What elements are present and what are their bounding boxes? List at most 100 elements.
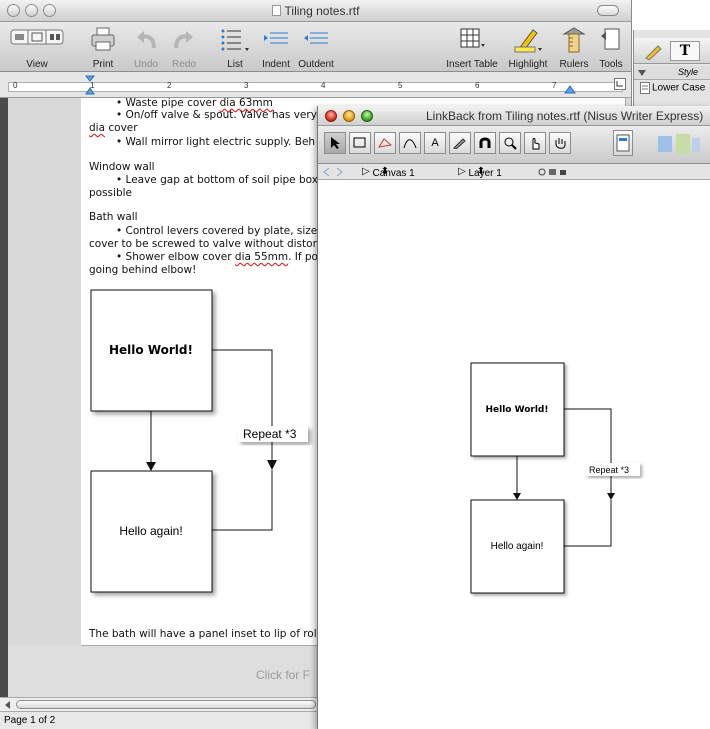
linkback-titlebar[interactable]: LinkBack from Tiling notes.rtf (Nisus Wr… — [318, 106, 710, 126]
tab-stop-icon[interactable] — [614, 78, 626, 90]
style-item-lower-case[interactable]: Lower Case — [640, 82, 705, 94]
redo-button[interactable]: Redo — [172, 26, 196, 70]
misspelled-text: dia 55mm — [234, 251, 289, 263]
tools-panel-icon — [601, 28, 620, 50]
canvas-selector[interactable]: ▷ Canvas 1 ⬍ — [362, 166, 415, 179]
magnet-icon — [479, 137, 491, 148]
rulers-button[interactable]: Rulers — [560, 26, 588, 70]
outdent-button[interactable]: Outdent — [298, 26, 334, 70]
rectangle-tool[interactable] — [349, 132, 371, 154]
ruler-number: 3 — [244, 81, 249, 90]
main-titlebar[interactable]: Tiling notes.rtf — [0, 0, 631, 22]
magnet-tool[interactable] — [474, 132, 496, 154]
canvas-diagram[interactable]: Repeat *3 Hello World! Hello again! — [468, 360, 648, 605]
ruler-number: 6 — [475, 81, 480, 90]
section-heading: Window wall — [89, 161, 155, 173]
close-button[interactable] — [325, 110, 337, 122]
ruler-number: 4 — [321, 81, 326, 90]
disclosure-triangle-icon[interactable] — [638, 69, 646, 77]
horizontal-scrollbar[interactable] — [0, 697, 318, 711]
box-label-hello-again: Hello again! — [119, 524, 182, 538]
ruler-icon — [562, 27, 586, 53]
printer-icon — [91, 27, 115, 51]
arrowhead-icon — [607, 493, 615, 500]
brush-icon[interactable] — [644, 42, 664, 60]
page-navigation-arrows-icon[interactable] — [322, 167, 346, 177]
arrange-icon[interactable] — [656, 132, 702, 156]
document-icon — [271, 5, 281, 16]
misspelled-text: dia — [89, 122, 106, 134]
document-line: The bath will have a panel inset to lip … — [89, 628, 320, 640]
scroll-thumb[interactable] — [16, 700, 316, 709]
rectangle-icon — [353, 137, 366, 148]
diagram-return-line — [212, 470, 273, 531]
hand-icon — [555, 138, 566, 149]
document-line: possible — [89, 187, 132, 199]
document-line: • Waste pipe cover dia 63mm — [116, 97, 273, 109]
highlight-button[interactable]: Highlight — [509, 26, 547, 70]
window-title: Tiling notes.rtf — [0, 4, 631, 18]
minimize-button[interactable] — [343, 110, 355, 122]
pointing-hand-icon — [532, 138, 540, 150]
text-tool[interactable]: A — [424, 132, 446, 154]
drawer-header: Style — [634, 66, 710, 80]
magnifier-icon — [504, 137, 517, 150]
outdent-icon — [304, 32, 328, 44]
hand-tool[interactable] — [549, 132, 571, 154]
arrowhead-icon — [513, 493, 521, 500]
list-button[interactable]: List — [219, 26, 251, 70]
document-line: • Wall mirror light electric supply. Beh — [116, 136, 316, 148]
main-toolbar: View Print Undo Redo List Indent Outdent — [0, 22, 631, 72]
edge-label: Repeat *3 — [589, 465, 629, 475]
layer-visibility-icons[interactable] — [538, 167, 568, 177]
box-label-hello-world: Hello World! — [109, 343, 193, 357]
undo-arrow-icon — [137, 31, 156, 49]
zoom-tool[interactable] — [499, 132, 521, 154]
embedded-diagram[interactable]: Repeat *3 Hello World! Hello again! — [86, 286, 318, 606]
indent-button[interactable]: Indent — [262, 26, 290, 70]
document-line: going behind elbow! — [89, 264, 197, 276]
inspector-tool[interactable] — [613, 130, 633, 156]
canvas-selector-label: Canvas 1 — [372, 168, 415, 179]
arrowhead-icon — [146, 462, 156, 471]
redo-arrow-icon — [174, 31, 193, 49]
polygon-tool[interactable] — [374, 132, 396, 154]
insert-table-button[interactable]: Insert Table — [446, 26, 498, 70]
print-button[interactable]: Print — [90, 26, 116, 70]
indent-marker-icon[interactable] — [84, 74, 96, 96]
box-label-hello-again: Hello again! — [491, 541, 544, 552]
text-style-icon[interactable]: T — [670, 41, 700, 61]
line-tool[interactable] — [399, 132, 421, 154]
layer-selector[interactable]: ▷ Layer 1 ⬍ — [458, 166, 502, 179]
document-ruler[interactable]: 0 1 2 3 4 5 6 7 — [0, 72, 631, 98]
document-line: • Shower elbow cover dia 55mm. If po — [116, 251, 318, 263]
misspelled-text: dia 63mm — [219, 97, 273, 109]
toolbar-toggle-button[interactable] — [597, 5, 619, 16]
document-line: • Control levers covered by plate, size — [116, 225, 318, 237]
select-arrow-tool[interactable] — [324, 132, 346, 154]
window-title: LinkBack from Tiling notes.rtf (Nisus Wr… — [426, 109, 704, 123]
layer-selector-label: Layer 1 — [468, 168, 502, 179]
diagram-loop-line — [212, 349, 273, 464]
right-margin-marker-icon[interactable] — [564, 84, 576, 94]
table-grid-icon — [460, 28, 485, 48]
style-item-label: Lower Case — [652, 82, 706, 94]
ruler-bar — [8, 82, 623, 92]
ruler-number: 2 — [167, 81, 172, 90]
pen-tool[interactable] — [449, 132, 471, 154]
line-text: • Shower elbow cover — [116, 251, 235, 263]
zoom-button[interactable] — [361, 110, 373, 122]
line-text: • Waste pipe cover — [116, 97, 220, 109]
document-line: dia cover — [89, 122, 138, 134]
scroll-left-arrow-icon[interactable] — [3, 700, 13, 710]
view-button[interactable]: View — [10, 26, 64, 70]
undo-button[interactable]: Undo — [134, 26, 158, 70]
canvas-layer-bar: ▷ Canvas 1 ⬍ ▷ Layer 1 ⬍ — [318, 164, 710, 180]
drawing-canvas[interactable]: Repeat *3 Hello World! Hello again! — [318, 180, 710, 729]
browse-tool[interactable] — [524, 132, 546, 154]
drawer-header-label: Style — [678, 67, 699, 77]
ruler-number: 5 — [398, 81, 403, 90]
left-margin-strip — [0, 98, 8, 711]
document-line: • Leave gap at bottom of soil pipe box — [116, 174, 318, 186]
tools-button[interactable]: Tools — [599, 26, 623, 70]
